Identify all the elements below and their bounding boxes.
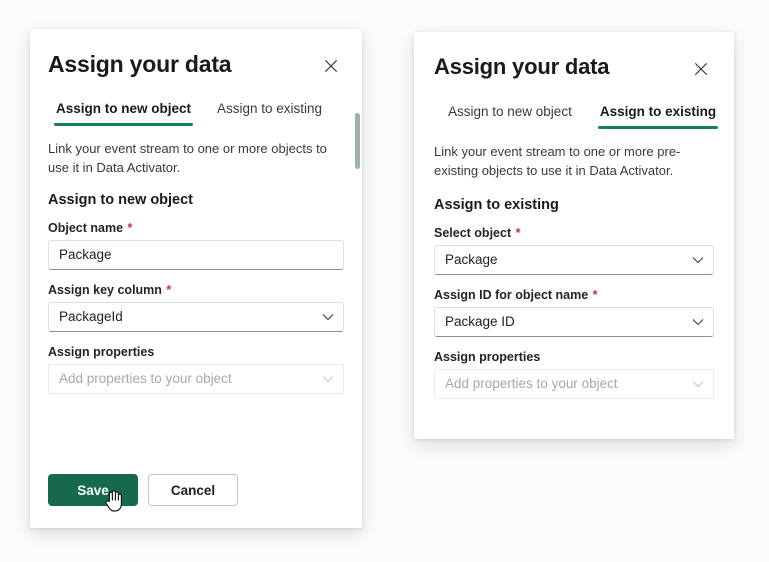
cancel-button[interactable]: Cancel <box>148 474 238 506</box>
field-label: Assign ID for object name * <box>434 288 714 302</box>
dialog-header: Assign your data <box>434 32 714 82</box>
field-select-object: Select object * Package <box>434 226 714 275</box>
assign-data-dialog-existing-object: Assign your data Assign to new object As… <box>414 32 734 439</box>
field-assign-id-for-object-name: Assign ID for object name * Package ID <box>434 288 714 337</box>
assign-key-column-value: PackageId <box>59 309 123 325</box>
object-name-input[interactable]: Package <box>48 239 344 270</box>
required-marker: * <box>589 287 598 302</box>
tab-list: Assign to new object Assign to existing <box>48 99 344 126</box>
page-title: Assign your data <box>434 54 610 79</box>
assign-properties-placeholder: Add properties to your object <box>445 376 618 392</box>
tab-assign-to-existing[interactable]: Assign to existing <box>215 99 324 126</box>
assign-data-dialog-new-object: Assign your data Assign to new object As… <box>30 29 362 528</box>
tab-assign-to-new-object[interactable]: Assign to new object <box>446 102 574 129</box>
close-icon[interactable] <box>688 56 714 82</box>
dialog-footer: Save Cancel <box>48 474 238 506</box>
chevron-down-icon <box>322 375 334 383</box>
chevron-down-icon <box>692 256 704 264</box>
scrollbar-thumb[interactable] <box>355 113 360 169</box>
assign-id-value: Package ID <box>445 314 515 330</box>
assign-properties-placeholder: Add properties to your object <box>59 371 232 387</box>
required-marker: * <box>512 225 521 240</box>
object-name-value: Package <box>59 247 112 263</box>
assign-key-column-select[interactable]: PackageId <box>48 301 344 332</box>
section-title: Assign to existing <box>434 196 559 213</box>
field-label-text: Object name <box>48 220 124 235</box>
page-title: Assign your data <box>48 51 232 77</box>
close-icon[interactable] <box>318 53 344 79</box>
assign-properties-select[interactable]: Add properties to your object <box>434 368 714 399</box>
chevron-down-icon <box>322 313 334 321</box>
tab-list: Assign to new object Assign to existing <box>434 102 719 129</box>
tab-assign-to-existing[interactable]: Assign to existing <box>597 102 719 129</box>
section-title: Assign to new object <box>48 191 194 208</box>
field-object-name: Object name * Package <box>48 221 344 270</box>
required-marker: * <box>162 282 172 297</box>
required-marker: * <box>124 220 133 235</box>
field-assign-key-column: Assign key column * PackageId <box>48 283 344 332</box>
assign-id-select[interactable]: Package ID <box>434 306 714 337</box>
dialog-description: Link your event stream to one or more ob… <box>48 141 327 175</box>
field-label: Object name * <box>48 221 344 235</box>
field-assign-properties: Assign properties Add properties to your… <box>434 350 714 399</box>
field-label-text: Assign key column <box>48 282 162 297</box>
dialog-header: Assign your data <box>48 29 344 79</box>
chevron-down-icon <box>692 380 704 388</box>
field-label: Select object * <box>434 226 714 240</box>
select-object-select[interactable]: Package <box>434 244 714 275</box>
assign-properties-select[interactable]: Add properties to your object <box>48 363 344 394</box>
save-button[interactable]: Save <box>48 474 138 506</box>
field-label: Assign properties <box>48 344 155 359</box>
field-label-text: Select object <box>434 225 512 240</box>
select-object-value: Package <box>445 252 498 268</box>
tab-assign-to-new-object[interactable]: Assign to new object <box>54 99 194 126</box>
field-assign-properties: Assign properties Add properties to your… <box>48 345 344 394</box>
scrollbar[interactable] <box>355 55 360 518</box>
field-label-text: Assign ID for object name <box>434 287 589 302</box>
dialog-description: Link your event stream to one or more pr… <box>434 144 681 178</box>
chevron-down-icon <box>692 318 704 326</box>
field-label: Assign key column * <box>48 283 344 297</box>
field-label: Assign properties <box>434 349 541 364</box>
